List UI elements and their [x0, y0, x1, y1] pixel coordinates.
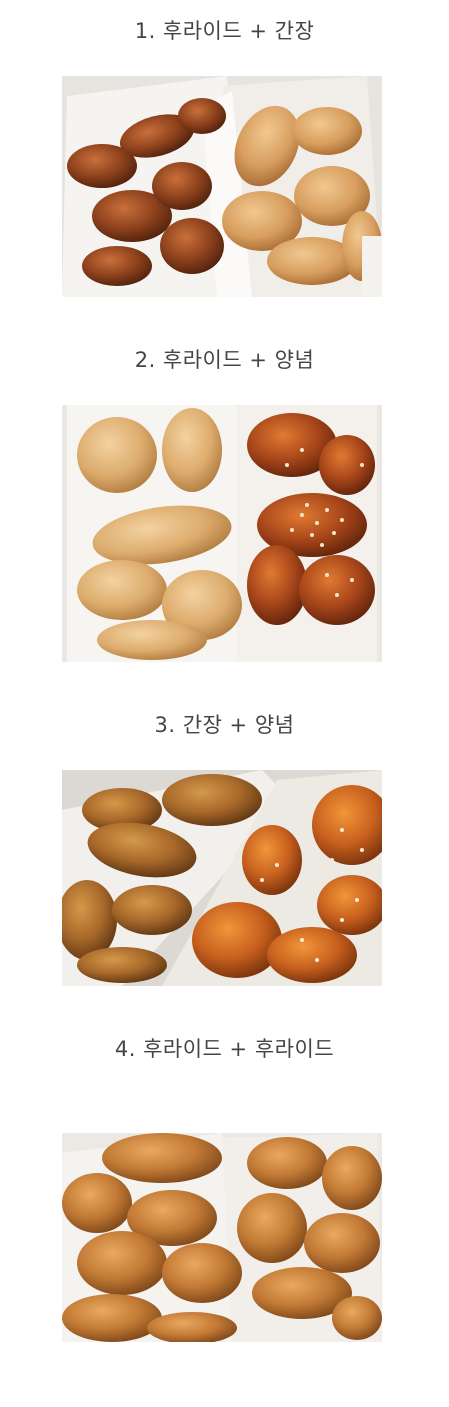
soy-and-seasoned-chicken-photo	[62, 770, 382, 986]
fried-and-fried-chicken-photo	[62, 1133, 382, 1342]
section-1-caption: 1. 후라이드 + 간장	[134, 19, 315, 43]
section-3-caption: 3. 간장 + 양념	[154, 713, 295, 737]
section-4-caption: 4. 후라이드 + 후라이드	[114, 1037, 335, 1061]
fried-and-seasoned-chicken-photo	[62, 405, 382, 662]
section-2-caption: 2. 후라이드 + 양념	[134, 348, 315, 372]
fried-and-soy-chicken-photo	[62, 76, 382, 297]
